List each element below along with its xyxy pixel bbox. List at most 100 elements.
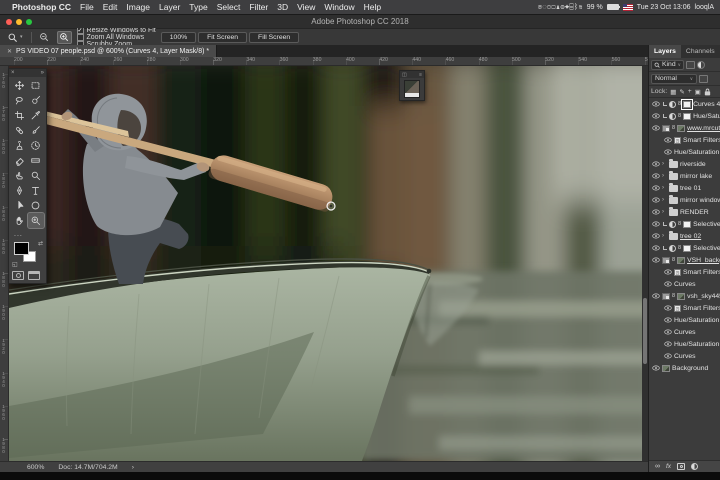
layer-row-selective-color[interactable]: 8Selective Color xyxy=(649,218,720,230)
eye-toggle[interactable] xyxy=(651,221,660,227)
panel-menu-icon[interactable]: ≡ xyxy=(419,72,422,78)
document-tab[interactable]: ✕ PS VIDEO 07 people.psd @ 600% (Curves … xyxy=(0,45,217,57)
minimize-window-button[interactable] xyxy=(16,19,22,25)
visibility-eye-icon[interactable] xyxy=(664,329,672,335)
eye-toggle[interactable] xyxy=(663,317,672,323)
layer-name[interactable]: mirror lake xyxy=(680,173,720,180)
eye-toggle[interactable] xyxy=(663,137,672,143)
zoom-window-button[interactable] xyxy=(26,19,32,25)
visibility-eye-icon[interactable] xyxy=(664,137,672,143)
zoom-in-button[interactable] xyxy=(57,31,72,44)
eye-toggle[interactable] xyxy=(651,233,660,239)
layer-name[interactable]: Smart Filters xyxy=(683,269,720,276)
lock-pixels-icon[interactable]: ✎ xyxy=(679,88,684,96)
zoom-level-field[interactable]: 600% xyxy=(27,464,44,471)
eye-toggle[interactable] xyxy=(663,269,672,275)
layer-name[interactable]: Curves xyxy=(674,353,720,360)
menu-3d[interactable]: 3D xyxy=(277,2,288,12)
blend-mode-dropdown[interactable]: Normal ∨ xyxy=(651,74,697,84)
eye-toggle[interactable] xyxy=(663,341,672,347)
layer-name[interactable]: Smart Filters xyxy=(683,137,720,144)
menu-select[interactable]: Select xyxy=(217,2,241,12)
adjustment-layer-icon[interactable] xyxy=(691,463,698,470)
visibility-eye-icon[interactable] xyxy=(652,113,660,119)
layer-name[interactable]: tree 01 xyxy=(680,185,720,192)
path-selection-tool[interactable] xyxy=(11,198,28,213)
screen-mode-icon[interactable] xyxy=(28,271,40,280)
eye-toggle[interactable] xyxy=(651,197,660,203)
visibility-eye-icon[interactable] xyxy=(652,197,660,203)
spot-healing-tool[interactable] xyxy=(11,123,28,138)
visibility-eye-icon[interactable] xyxy=(652,365,660,371)
layer-name[interactable]: Background xyxy=(672,365,720,372)
layer-name[interactable]: Hue/Saturation xyxy=(693,113,720,120)
zoom-tool[interactable] xyxy=(28,213,45,228)
history-brush-tool[interactable] xyxy=(28,138,45,153)
layer-thumbnail[interactable] xyxy=(677,125,685,132)
tab-close-icon[interactable]: ✕ xyxy=(7,48,12,55)
layer-name[interactable]: vsh_sky445 xyxy=(687,293,720,300)
layer-name[interactable]: Hue/Saturation xyxy=(674,149,720,156)
menu-image[interactable]: Image xyxy=(126,2,150,12)
visibility-eye-icon[interactable] xyxy=(664,353,672,359)
crop-tool[interactable] xyxy=(11,108,28,123)
layer-row-hue-saturation[interactable]: Hue/Saturation xyxy=(649,338,720,350)
layer-name[interactable]: Curves 4 xyxy=(693,101,720,108)
layer-style-icon[interactable]: fx xyxy=(666,463,671,470)
layer-name[interactable]: Hue/Saturation xyxy=(674,341,720,348)
group-collapse-icon[interactable]: › xyxy=(662,209,667,215)
layer-mask-thumbnail[interactable] xyxy=(683,113,691,120)
visibility-eye-icon[interactable] xyxy=(652,161,660,167)
layer-row-hue-saturation[interactable]: Hue/Saturation xyxy=(649,314,720,326)
visibility-eye-icon[interactable] xyxy=(652,257,660,263)
layer-row-www-mrcutout[interactable]: 8www.mrcutout xyxy=(649,122,720,134)
scrollbar-thumb[interactable] xyxy=(643,298,647,364)
layer-name[interactable]: Hue/Saturation xyxy=(674,317,720,324)
layer-name[interactable]: Curves xyxy=(674,281,720,288)
layer-row-render[interactable]: › RENDER xyxy=(649,206,720,218)
menubar-user[interactable]: looqlA xyxy=(695,4,714,11)
link-layers-icon[interactable]: ∞ xyxy=(655,463,660,470)
layer-name[interactable]: VSH_background xyxy=(687,257,720,264)
eye-toggle[interactable] xyxy=(651,257,660,263)
layer-mask-thumbnail[interactable] xyxy=(683,101,691,108)
eye-toggle[interactable] xyxy=(651,209,660,215)
menu-type[interactable]: Type xyxy=(189,2,207,12)
dodge-tool[interactable] xyxy=(28,168,45,183)
filter-pixel-layers-icon[interactable] xyxy=(686,61,695,69)
type-tool[interactable] xyxy=(28,183,45,198)
filter-kind-dropdown[interactable]: Kind ∨ xyxy=(651,60,684,70)
quick-selection-tool[interactable] xyxy=(28,93,45,108)
eye-toggle[interactable] xyxy=(651,161,660,167)
tab-layers[interactable]: Layers xyxy=(649,45,681,58)
button-100-[interactable]: 100% xyxy=(161,32,196,43)
layer-mask-thumbnail[interactable] xyxy=(683,245,691,252)
eye-toggle[interactable] xyxy=(663,281,672,287)
close-window-button[interactable] xyxy=(6,19,12,25)
layer-name[interactable]: RENDER xyxy=(680,209,720,216)
eye-toggle[interactable] xyxy=(651,101,660,107)
visibility-eye-icon[interactable] xyxy=(664,305,672,311)
layer-row-tree-01[interactable]: ›tree 01 xyxy=(649,182,720,194)
active-tool-badge[interactable]: ▾ xyxy=(4,31,26,44)
layer-row-vsh-background[interactable]: 8VSH_background xyxy=(649,254,720,266)
lock-artboard-icon[interactable]: ▣ xyxy=(695,88,701,96)
menu-edit[interactable]: Edit xyxy=(103,2,118,12)
layer-thumbnail[interactable] xyxy=(677,293,685,300)
menu-window[interactable]: Window xyxy=(324,2,354,12)
layer-row-riverside[interactable]: ›riverside xyxy=(649,158,720,170)
zoom-out-button[interactable] xyxy=(37,31,52,44)
lock-all-icon[interactable] xyxy=(704,88,711,96)
button-fill-screen[interactable]: Fill Screen xyxy=(249,32,299,43)
menu-view[interactable]: View xyxy=(297,2,315,12)
foreground-color-swatch[interactable] xyxy=(14,242,29,255)
gradient-tool[interactable] xyxy=(28,153,45,168)
eyedropper-tool[interactable] xyxy=(28,108,45,123)
brush-tool[interactable] xyxy=(28,123,45,138)
menubar-clock[interactable]: Tue 23 Oct 13:06 xyxy=(637,4,691,11)
layer-row-curves[interactable]: Curves xyxy=(649,326,720,338)
layer-row-curves[interactable]: Curves xyxy=(649,278,720,290)
canvas-image[interactable] xyxy=(9,66,648,461)
default-colors-icon[interactable]: ◱ xyxy=(12,261,18,268)
layer-row-tree-02[interactable]: ›tree 02 xyxy=(649,230,720,242)
